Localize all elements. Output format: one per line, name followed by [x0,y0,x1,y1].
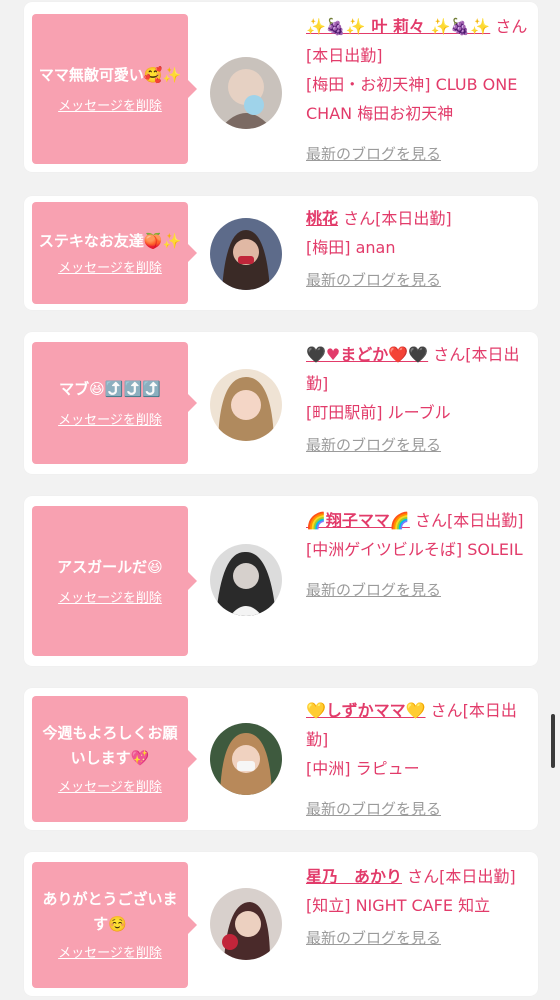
message-card: ステキなお友達🍑✨ メッセージを削除 桃花 さん[本日出勤] [梅田] anan… [24,196,538,310]
cast-location: [中洲ゲイツビルそば] SOLEIL [306,540,523,559]
avatar-photo-icon [210,544,282,616]
message-bubble: ありがとうございます☺️ メッセージを削除 [32,862,197,988]
cast-info: 桃花 さん[本日出勤] [梅田] anan 最新のブログを見る [306,204,534,295]
avatar[interactable] [210,888,282,960]
cast-name-link[interactable]: 桃花 [306,209,338,228]
message-bubble: ママ無敵可愛い🥰✨ メッセージを削除 [32,14,197,164]
blog-link[interactable]: 最新のブログを見る [306,924,534,953]
message-card: ありがとうございます☺️ メッセージを削除 星乃 あかり さん[本日出勤] [知… [24,852,538,996]
cast-name-link[interactable]: 🖤♥まどか❤️🖤 [306,345,428,364]
cast-location: [梅田・お初天神] CLUB ONE CHAN 梅田お初天神 [306,75,518,123]
message-card: ママ無敵可愛い🥰✨ メッセージを削除 ✨🍇✨ 叶 莉々 ✨🍇✨ さん[本日出勤]… [24,2,538,172]
cast-location: [町田駅前] ルーブル [306,403,451,422]
blog-link[interactable]: 最新のブログを見る [306,576,534,605]
message-bubble: アスガールだ😆 メッセージを削除 [32,506,197,656]
delete-message-link[interactable]: メッセージを削除 [58,412,162,430]
cast-status: さん[本日出勤] [409,511,524,530]
avatar-photo-icon [210,218,282,290]
delete-message-link[interactable]: メッセージを削除 [58,590,162,608]
avatar-photo-icon [210,723,282,795]
delete-message-link[interactable]: メッセージを削除 [58,260,162,278]
cast-location: [中洲] ラピュー [306,759,420,778]
avatar[interactable] [210,723,282,795]
avatar-photo-icon [210,57,282,129]
scrollbar[interactable] [551,714,555,768]
message-bubble: ステキなお友達🍑✨ メッセージを削除 [32,202,197,304]
cast-name-link[interactable]: 🌈翔子ママ🌈 [306,511,410,530]
message-text: ステキなお友達🍑✨ [38,231,182,250]
message-text: ありがとうございます☺️ [42,890,178,933]
cast-status: さん[本日出勤] [338,209,452,228]
blog-link[interactable]: 最新のブログを見る [306,140,534,169]
message-bubble: 今週もよろしくお願いします💖 メッセージを削除 [32,696,197,822]
message-text: 今週もよろしくお願いします💖 [42,724,178,767]
message-card: マブ😆⤴️⤴️⤴️ メッセージを削除 🖤♥まどか❤️🖤 さん[本日出勤] [町田… [24,332,538,474]
message-card: アスガールだ😆 メッセージを削除 🌈翔子ママ🌈 さん[本日出勤] [中洲ゲイツビ… [24,496,538,666]
delete-message-link[interactable]: メッセージを削除 [58,98,162,116]
message-bubble: マブ😆⤴️⤴️⤴️ メッセージを削除 [32,342,197,464]
message-card: 今週もよろしくお願いします💖 メッセージを削除 💛しずかママ💛 さん[本日出勤]… [24,688,538,830]
cast-name-link[interactable]: 星乃 あかり [306,867,402,886]
blog-link[interactable]: 最新のブログを見る [306,431,534,460]
cast-info: ✨🍇✨ 叶 莉々 ✨🍇✨ さん[本日出勤] [梅田・お初天神] CLUB ONE… [306,12,534,169]
cast-status: さん[本日出勤] [402,867,516,886]
delete-message-link[interactable]: メッセージを削除 [58,779,162,797]
cast-info: 🖤♥まどか❤️🖤 さん[本日出勤] [町田駅前] ルーブル 最新のブログを見る [306,340,534,460]
message-text: ママ無敵可愛い🥰✨ [38,65,182,84]
blog-link[interactable]: 最新のブログを見る [306,795,534,824]
avatar[interactable] [210,369,282,441]
message-text: アスガールだ😆 [57,557,163,576]
cast-info: 星乃 あかり さん[本日出勤] [知立] NIGHT CAFE 知立 最新のブロ… [306,862,534,953]
cast-info: 🌈翔子ママ🌈 さん[本日出勤] [中洲ゲイツビルそば] SOLEIL 最新のブロ… [306,506,534,605]
cast-info: 💛しずかママ💛 さん[本日出勤] [中洲] ラピュー 最新のブログを見る [306,696,534,824]
avatar[interactable] [210,218,282,290]
cast-location: [知立] NIGHT CAFE 知立 [306,896,491,915]
cast-name-link[interactable]: 💛しずかママ💛 [306,701,426,720]
avatar[interactable] [210,57,282,129]
delete-message-link[interactable]: メッセージを削除 [58,945,162,963]
blog-link[interactable]: 最新のブログを見る [306,266,534,295]
avatar[interactable] [210,544,282,616]
cast-name-link[interactable]: ✨🍇✨ 叶 莉々 ✨🍇✨ [306,17,490,36]
avatar-photo-icon [210,888,282,960]
avatar-photo-icon [210,369,282,441]
message-text: マブ😆⤴️⤴️⤴️ [59,379,161,398]
cast-location: [梅田] anan [306,238,396,257]
